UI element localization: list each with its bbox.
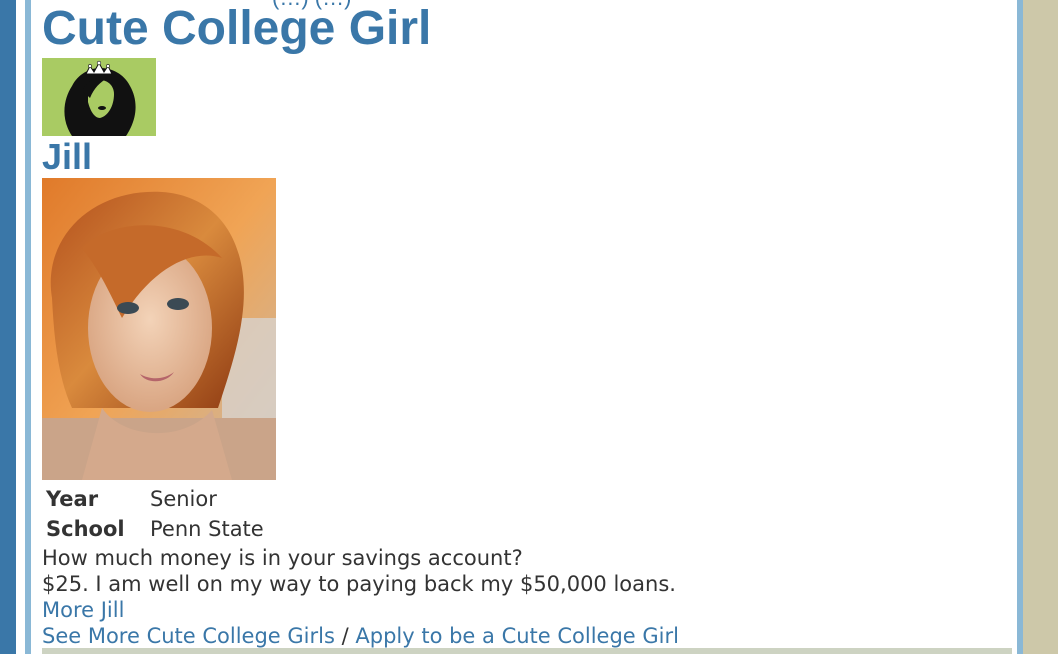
profile-photo bbox=[42, 178, 276, 480]
table-row: Year Senior bbox=[42, 484, 268, 514]
footer-links: See More Cute College Girls / Apply to b… bbox=[42, 623, 679, 649]
interview-answer: $25. I am well on my way to paying back … bbox=[42, 572, 676, 596]
year-value: Senior bbox=[150, 487, 217, 511]
school-value: Penn State bbox=[150, 517, 264, 541]
feature-title: Cute College Girl bbox=[42, 2, 432, 55]
table-row: School Penn State bbox=[42, 514, 268, 544]
year-label: Year bbox=[46, 487, 99, 511]
tiara-girl-silhouette-icon bbox=[42, 58, 156, 136]
see-more-girls-link[interactable]: See More Cute College Girls bbox=[42, 624, 335, 648]
school-label: School bbox=[46, 517, 125, 541]
main-content: (…) (…) Cute College Girl Ji bbox=[25, 0, 1023, 654]
footer-divider bbox=[42, 648, 1012, 654]
more-jill-link[interactable]: More Jill bbox=[42, 598, 124, 622]
interview-question: How much money is in your savings accoun… bbox=[42, 546, 523, 570]
more-link-container: More Jill bbox=[42, 597, 124, 623]
left-accent-bar bbox=[0, 0, 16, 654]
apply-link[interactable]: Apply to be a Cute College Girl bbox=[355, 624, 679, 648]
profile-name: Jill bbox=[42, 136, 93, 177]
left-gutter bbox=[16, 0, 25, 654]
link-separator: / bbox=[334, 624, 356, 648]
profile-info-table: Year Senior School Penn State bbox=[42, 484, 268, 544]
